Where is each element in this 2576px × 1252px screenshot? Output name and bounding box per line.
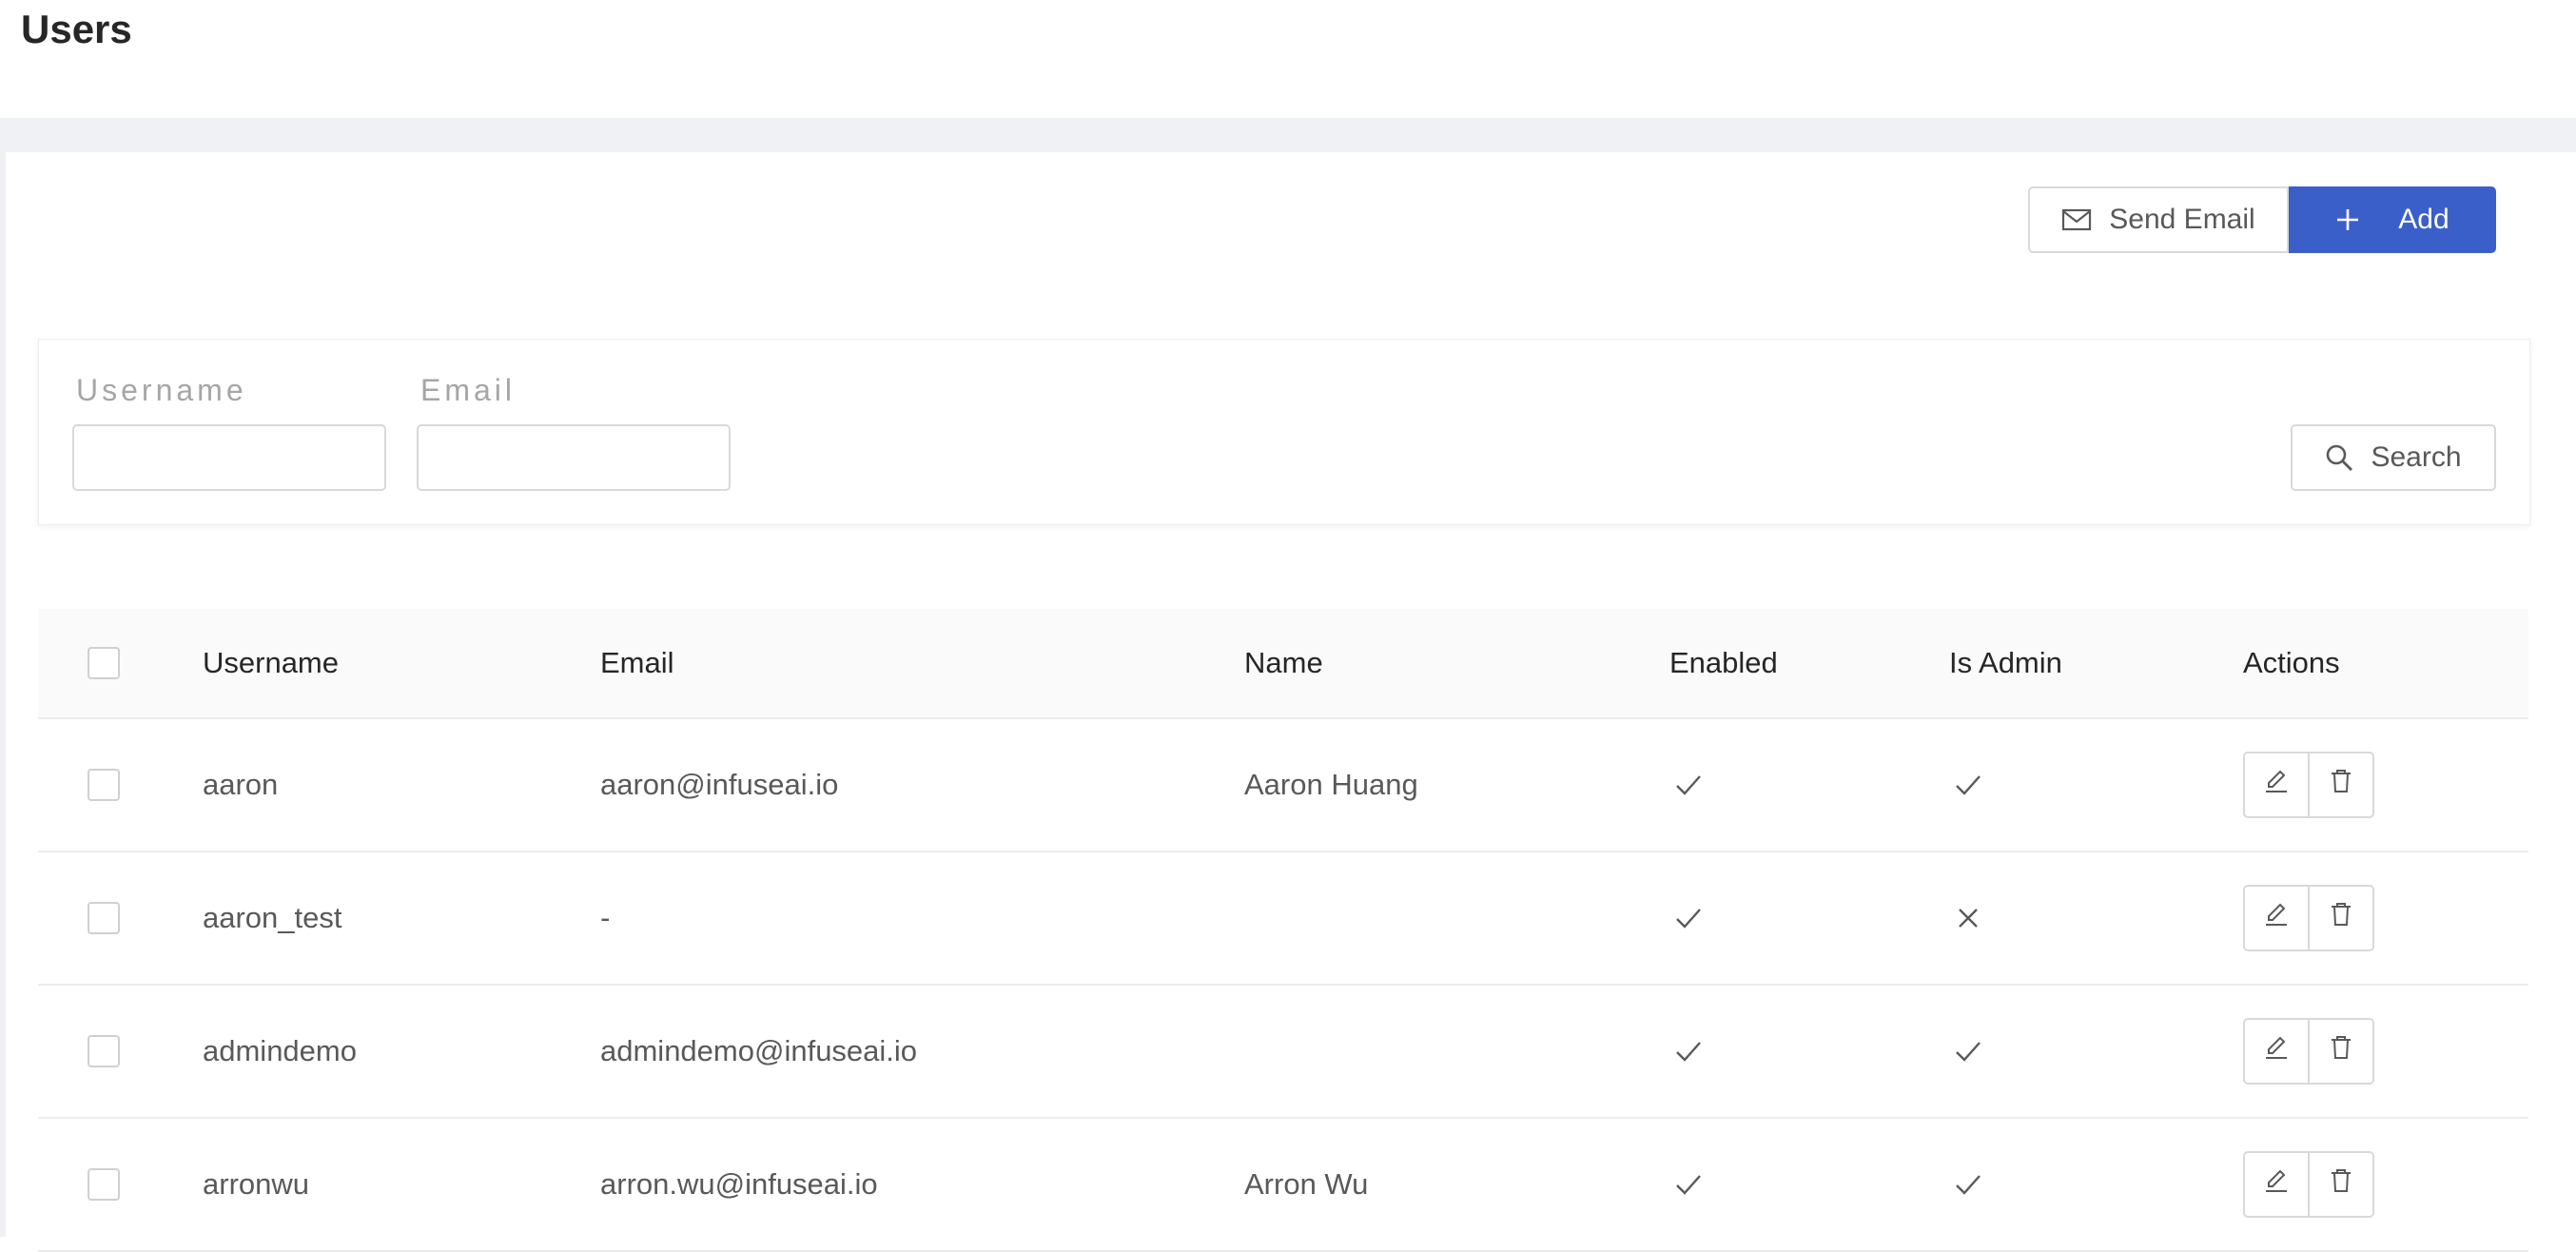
check-icon <box>1949 719 1987 851</box>
delete-button[interactable] <box>2308 1018 2374 1085</box>
cross-icon <box>1949 852 1987 984</box>
check-icon <box>1669 1119 1708 1250</box>
cell-username: aaron_test <box>203 901 342 934</box>
row-actions <box>2243 1151 2374 1218</box>
check-icon <box>1949 986 1987 1117</box>
cell-email: admindemo@infuseai.io <box>600 1034 918 1067</box>
edit-icon <box>2262 1033 2291 1069</box>
row-checkbox[interactable] <box>88 1168 120 1201</box>
cell-username: arronwu <box>203 1167 309 1201</box>
mail-icon <box>2061 207 2092 232</box>
row-actions <box>2243 885 2374 951</box>
delete-icon <box>2327 1166 2355 1203</box>
row-checkbox[interactable] <box>88 769 120 801</box>
username-filter-label: Username <box>76 373 247 407</box>
column-header-name[interactable]: Name <box>1244 609 1323 717</box>
add-label: Add <box>2398 204 2449 235</box>
check-icon <box>1949 1119 1987 1250</box>
delete-icon <box>2327 1033 2355 1069</box>
cell-username: admindemo <box>203 1034 357 1067</box>
row-checkbox[interactable] <box>88 902 120 934</box>
table-row: aaron_test - <box>38 852 2528 986</box>
edit-icon <box>2262 1166 2291 1203</box>
table-row: arronwu arron.wu@infuseai.io Arron Wu <box>38 1119 2528 1252</box>
column-header-enabled[interactable]: Enabled <box>1669 609 1778 717</box>
send-email-button[interactable]: Send Email <box>2028 186 2289 253</box>
delete-button[interactable] <box>2308 1151 2374 1218</box>
edit-button[interactable] <box>2243 885 2310 951</box>
page-header: Users <box>0 0 2576 118</box>
row-actions <box>2243 752 2374 818</box>
cell-email: - <box>600 901 611 934</box>
table-row: aaron aaron@infuseai.io Aaron Huang <box>38 719 2528 852</box>
edit-button[interactable] <box>2243 1151 2310 1218</box>
delete-icon <box>2327 767 2355 803</box>
page-title: Users <box>21 7 132 51</box>
users-table: Username Email Name Enabled Is Admin Act… <box>38 609 2528 1252</box>
table-row: admindemo admindemo@infuseai.io <box>38 986 2528 1119</box>
search-label: Search <box>2371 441 2462 473</box>
column-header-username[interactable]: Username <box>203 609 339 717</box>
delete-button[interactable] <box>2308 752 2374 818</box>
add-button[interactable]: Add <box>2289 186 2496 253</box>
cell-email: aaron@infuseai.io <box>600 768 839 801</box>
cell-email: arron.wu@infuseai.io <box>600 1167 878 1201</box>
delete-button[interactable] <box>2308 885 2374 951</box>
edit-button[interactable] <box>2243 752 2310 818</box>
edit-icon <box>2262 900 2291 936</box>
filter-panel <box>38 339 2530 525</box>
row-checkbox[interactable] <box>88 1035 120 1067</box>
row-actions <box>2243 1018 2374 1085</box>
select-all-checkbox[interactable] <box>88 647 120 679</box>
cell-username: aaron <box>203 768 279 801</box>
column-header-email[interactable]: Email <box>600 609 674 717</box>
column-header-is-admin[interactable]: Is Admin <box>1949 609 2062 717</box>
cell-name: Aaron Huang <box>1244 768 1418 801</box>
delete-icon <box>2327 900 2355 936</box>
search-button[interactable]: Search <box>2291 424 2496 491</box>
plus-icon <box>2335 207 2360 232</box>
edit-icon <box>2262 767 2291 803</box>
table-header: Username Email Name Enabled Is Admin Act… <box>38 609 2528 719</box>
check-icon <box>1669 986 1708 1117</box>
send-email-label: Send Email <box>2109 204 2255 235</box>
username-filter-input[interactable] <box>72 424 386 491</box>
column-header-actions: Actions <box>2243 646 2340 679</box>
search-icon <box>2325 443 2353 472</box>
email-filter-label: Email <box>420 373 517 407</box>
table-body: aaron aaron@infuseai.io Aaron Huang aaro… <box>38 719 2528 1252</box>
edit-button[interactable] <box>2243 1018 2310 1085</box>
check-icon <box>1669 852 1708 984</box>
email-filter-input[interactable] <box>417 424 731 491</box>
cell-name: Arron Wu <box>1244 1167 1369 1201</box>
check-icon <box>1669 719 1708 851</box>
